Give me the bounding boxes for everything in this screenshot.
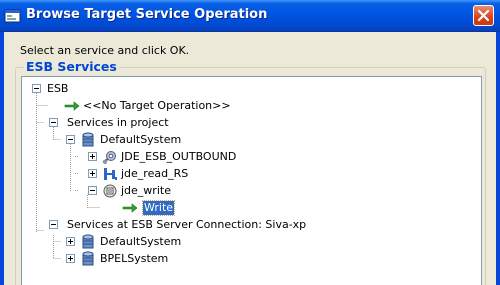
green-arrow-icon [64,101,80,111]
database-icon [82,132,94,147]
collapse-icon[interactable] [49,220,58,229]
node-label: jde_read_RS [121,167,189,180]
expand-icon[interactable] [66,254,75,263]
expand-icon[interactable] [88,169,97,178]
window-frame-left [0,32,4,285]
window-title: Browse Target Service Operation [26,7,268,22]
adapter-service-icon [103,184,117,198]
service-gear-icon [102,151,116,164]
service-tree[interactable]: ESB <<No Target Operation>> Services in … [21,76,482,285]
instruction-text: Select an service and click OK. [20,44,190,57]
node-label: Services in project [67,116,169,129]
app-icon [4,9,21,23]
node-label: DefaultSystem [100,235,182,248]
close-icon [477,9,490,22]
green-arrow-icon [122,203,138,213]
collapse-icon[interactable] [66,135,75,144]
collapse-icon[interactable] [32,84,41,93]
window-frame-right [496,32,500,285]
node-label: JDE_ESB_OUTBOUND [121,150,237,163]
node-label: Services at ESB Server Connection: Siva-… [67,218,307,231]
node-label: <<No Target Operation>> [83,99,231,112]
node-label: jde_write [121,184,171,197]
routing-service-icon [104,168,117,180]
node-label: ESB [47,82,69,95]
expand-icon[interactable] [88,152,97,161]
node-label-selected: Write [141,200,176,216]
group-label: ESB Services [24,59,119,74]
database-icon [82,234,94,249]
expand-icon[interactable] [66,237,75,246]
collapse-icon[interactable] [49,118,58,127]
node-label: DefaultSystem [100,133,182,146]
title-bar[interactable]: Browse Target Service Operation [0,0,500,32]
node-label: BPELSystem [100,252,169,265]
collapse-icon[interactable] [88,186,97,195]
close-button[interactable] [473,5,494,26]
database-icon [82,251,94,266]
